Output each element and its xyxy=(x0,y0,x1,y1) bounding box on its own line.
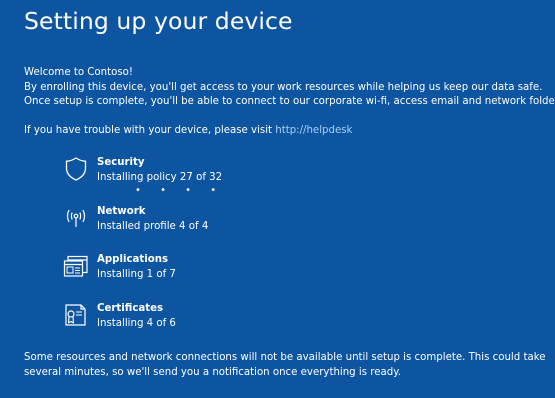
intro-text: Welcome to Contoso! By enrolling this de… xyxy=(24,66,555,110)
step-status: Installed profile 4 of 4 xyxy=(97,220,209,232)
step-status: Installing 4 of 6 xyxy=(97,317,176,329)
footer-line-2: several minutes, so we'll send you a not… xyxy=(24,366,402,378)
help-label: If you have trouble with your device, pl… xyxy=(24,125,276,136)
step-status: Installing policy 27 of 32 xyxy=(97,172,223,183)
page-title: Setting up your device xyxy=(24,7,293,35)
footer-line-1: Some resources and network connections w… xyxy=(24,352,546,363)
applications-icon xyxy=(63,253,89,279)
step-status: Installing 1 of 7 xyxy=(97,269,176,280)
enroll-line: By enrolling this device, you'll get acc… xyxy=(24,81,543,93)
progress-dots: • • • • xyxy=(135,185,225,196)
setup-line: Once setup is complete, you'll be able t… xyxy=(24,96,555,107)
welcome-line: Welcome to Contoso! xyxy=(24,67,133,78)
shield-icon xyxy=(63,156,89,182)
network-icon xyxy=(63,205,89,231)
helpdesk-link[interactable]: http://helpdesk xyxy=(275,125,352,136)
certificate-icon xyxy=(63,302,89,328)
footer-text: Some resources and network connections w… xyxy=(24,351,552,380)
step-title: Applications xyxy=(97,254,169,265)
step-title: Network xyxy=(97,205,146,217)
step-title: Certificates xyxy=(97,302,164,314)
step-title: Security xyxy=(97,157,145,168)
help-text: If you have trouble with your device, pl… xyxy=(24,124,352,139)
